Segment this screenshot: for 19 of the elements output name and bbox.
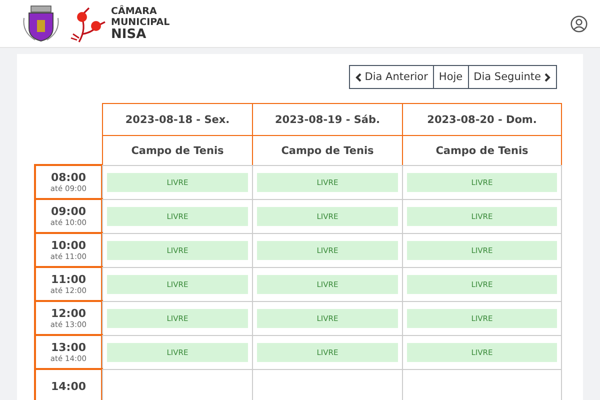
date-header: 2023-08-18 - Sex. bbox=[102, 103, 253, 136]
start-time: 11:00 bbox=[50, 273, 86, 286]
coat-of-arms-logo bbox=[21, 4, 61, 44]
start-time: 08:00 bbox=[50, 171, 86, 184]
start-time: 12:00 bbox=[50, 307, 86, 320]
logo-text: CÂMARA bbox=[111, 6, 158, 16]
logo-text: NISA bbox=[111, 28, 148, 42]
start-time: 13:00 bbox=[50, 341, 86, 354]
today-button[interactable]: Hoje bbox=[432, 65, 469, 89]
date-header: 2023-08-20 - Dom. bbox=[402, 103, 562, 136]
previous-day-button[interactable]: Dia Anterior bbox=[348, 65, 434, 89]
user-account-icon[interactable] bbox=[570, 14, 588, 32]
start-time: 14:00 bbox=[50, 380, 86, 392]
start-time: 09:00 bbox=[50, 205, 86, 218]
next-day-button[interactable]: Dia Seguinte bbox=[468, 65, 557, 89]
chevron-left-icon bbox=[354, 72, 362, 82]
start-time: 10:00 bbox=[50, 239, 86, 252]
logo-text: MUNICIPAL bbox=[111, 16, 170, 28]
chevron-right-icon bbox=[544, 72, 551, 82]
